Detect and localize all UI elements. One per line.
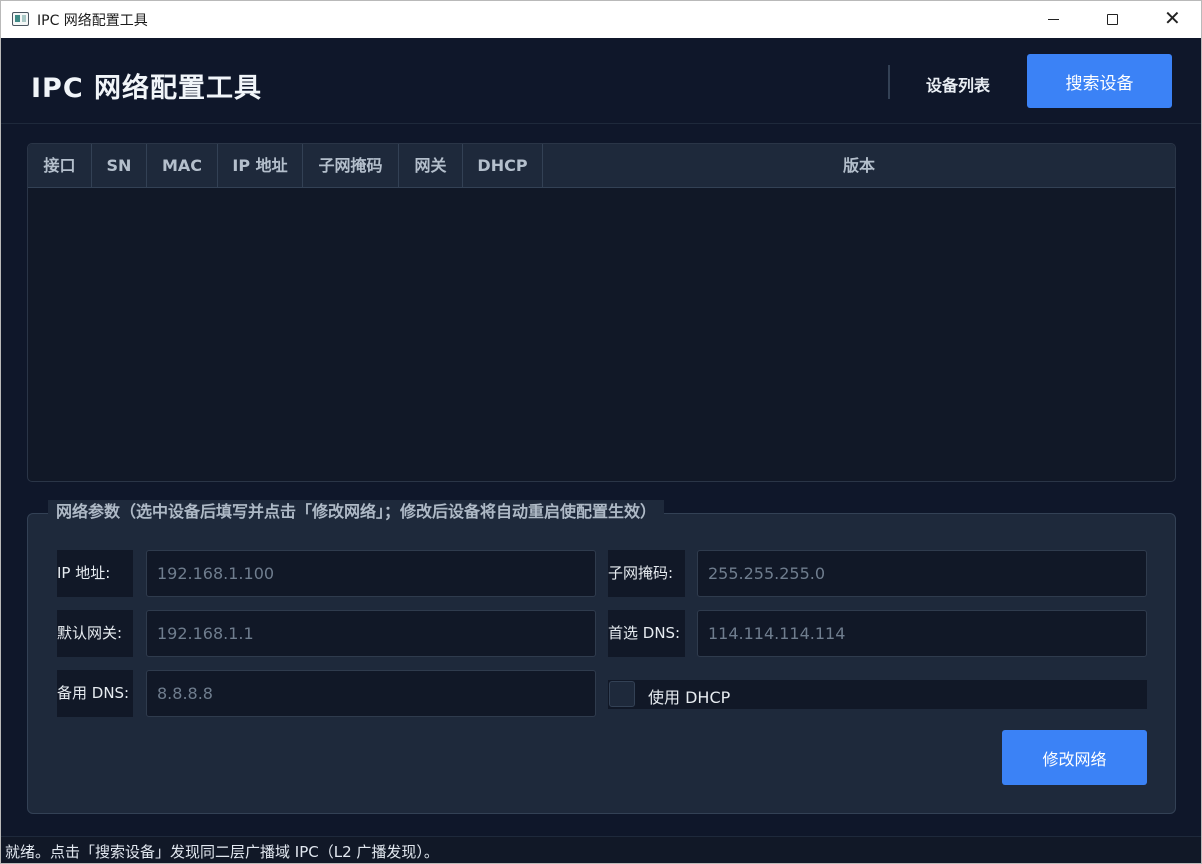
subnet-label: 子网掩码: [608,550,685,597]
close-button[interactable]: ✕ [1142,1,1200,38]
column-header-mac[interactable]: MAC [147,144,218,188]
title-bar[interactable]: IPC 网络配置工具 ✕ [1,1,1201,38]
column-header-dhcp[interactable]: DHCP [463,144,543,188]
column-header-gateway[interactable]: 网关 [399,144,463,188]
close-icon: ✕ [1164,6,1181,30]
ip-input[interactable]: 192.168.1.100 [146,550,596,597]
minimize-icon [1048,19,1059,20]
minimize-button[interactable] [1024,1,1082,38]
primary-dns-input[interactable]: 114.114.114.114 [697,610,1147,657]
network-params-group: 网络参数（选中设备后填写并点击「修改网络」；修改后设备将自动重启使配置生效） I… [27,500,1176,814]
column-header-version[interactable]: 版本 [543,144,1175,188]
window-title: IPC 网络配置工具 [37,13,148,29]
gateway-label: 默认网关: [57,610,133,657]
device-table[interactable]: 接口 SN MAC IP 地址 子网掩码 网关 DHCP 版本 [27,143,1176,482]
maximize-icon [1107,14,1118,25]
device-list-tab[interactable]: 设备列表 [906,72,1010,96]
app-icon [12,12,29,26]
subnet-input[interactable]: 255.255.255.0 [697,550,1147,597]
status-bar: 就绪。点击「搜索设备」发现同二层广播域 IPC（L2 广播发现）。 [1,836,1201,863]
gateway-input[interactable]: 192.168.1.1 [146,610,596,657]
maximize-button[interactable] [1083,1,1141,38]
secondary-dns-input[interactable]: 8.8.8.8 [146,670,596,717]
column-header-interface[interactable]: 接口 [28,144,92,188]
column-header-sn[interactable]: SN [92,144,147,188]
column-header-ip[interactable]: IP 地址 [218,144,303,188]
dhcp-label[interactable]: 使用 DHCP [648,684,730,708]
app-window: IPC 网络配置工具 ✕ IPC 网络配置工具 设备列表 搜索设备 接口 SN … [0,0,1202,864]
modify-network-button[interactable]: 修改网络 [1002,730,1147,785]
header-divider [888,65,890,99]
table-body[interactable] [28,189,1175,481]
dhcp-option[interactable]: 使用 DHCP [608,680,1147,709]
table-header: 接口 SN MAC IP 地址 子网掩码 网关 DHCP 版本 [28,144,1175,188]
network-params-legend: 网络参数（选中设备后填写并点击「修改网络」；修改后设备将自动重启使配置生效） [48,500,665,524]
column-header-subnet[interactable]: 子网掩码 [303,144,399,188]
dhcp-checkbox[interactable] [609,681,635,707]
primary-dns-label: 首选 DNS: [608,610,685,657]
search-devices-button[interactable]: 搜索设备 [1027,54,1172,108]
app-header: IPC 网络配置工具 设备列表 搜索设备 [1,38,1201,124]
page-title: IPC 网络配置工具 [31,73,263,104]
ip-label: IP 地址: [57,550,133,597]
secondary-dns-label: 备用 DNS: [57,670,133,717]
